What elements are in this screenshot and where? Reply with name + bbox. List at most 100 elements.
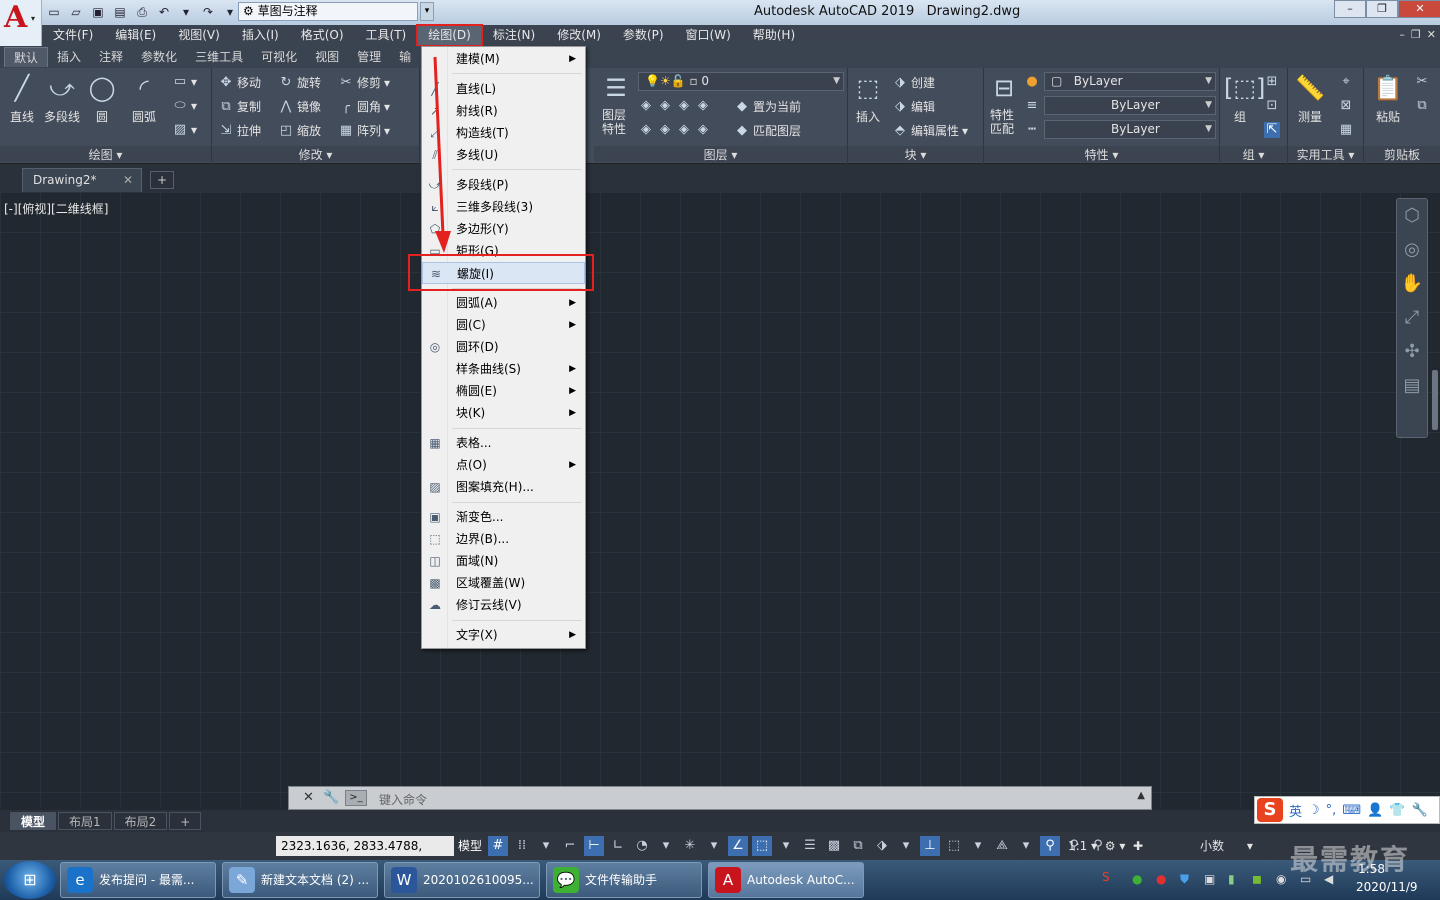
chevron-down-icon[interactable]: ▾ [776, 836, 796, 856]
command-input[interactable]: 键入命令 [379, 791, 427, 808]
menu-help[interactable]: 帮助(H) [742, 25, 806, 46]
menu-item-gradient[interactable]: ▣ 渐变色... [422, 506, 585, 528]
redo-icon[interactable]: ↷ [198, 3, 218, 21]
plus-icon[interactable]: ✚ [1133, 839, 1143, 853]
measure-button[interactable]: 测量 [1298, 108, 1322, 125]
menu-item-donut[interactable]: ◎ 圆环(D) [422, 336, 585, 358]
showmotion-icon[interactable]: ▤ [1397, 369, 1427, 403]
linetype-select[interactable]: ByLayer ▼ [1044, 96, 1216, 115]
make-current-button[interactable]: ◆ 置为当前 [734, 98, 801, 115]
network-icon[interactable]: ▣ [1204, 872, 1215, 886]
hatch-tool[interactable]: ▨ ▾ [172, 122, 197, 138]
stretch-button[interactable]: ⇲ 拉伸 [218, 122, 261, 139]
dynamic-ucs-icon[interactable]: ⊥ [920, 836, 940, 856]
edit-block-button[interactable]: ⬗ 编辑 [892, 98, 935, 115]
circle-button[interactable]: 圆 [96, 108, 108, 125]
doc-close-icon[interactable]: ✕ [1427, 28, 1436, 41]
menu-item-revision-cloud[interactable]: ☁ 修订云线(V) [422, 594, 585, 616]
coordinates-readout[interactable]: 2323.1636, 2833.4788, 0.0000 [276, 836, 454, 873]
menu-parametric[interactable]: 参数(P) [612, 25, 675, 46]
group-edit-icon[interactable]: ⊡ [1264, 98, 1280, 114]
layer-select[interactable]: 💡☀🔓 ▫ 0 ▼ [638, 72, 844, 91]
arc-button[interactable]: 圆弧 [132, 108, 156, 125]
menu-dimension[interactable]: 标注(N) [482, 25, 546, 46]
object-snap-tracking-icon[interactable]: ∠ [728, 836, 748, 856]
copy-button[interactable]: ⧉ 复制 [218, 98, 261, 115]
print-icon[interactable]: ⎙ [132, 3, 152, 21]
layer-properties-button[interactable]: 图层 特性 [602, 108, 626, 136]
workspace-dropdown-button[interactable]: ▾ [420, 2, 434, 21]
group-select-icon[interactable]: ⇱ [1264, 122, 1280, 138]
menu-item-text[interactable]: 文字(X) ▶ [422, 624, 585, 646]
mirror-button[interactable]: ⋀ 镜像 [278, 98, 321, 115]
taskbar-item-word[interactable]: W 2020102610095... [384, 862, 540, 898]
lineweight-icon[interactable]: ☰ [800, 836, 820, 856]
new-tab-button[interactable]: + [150, 171, 174, 189]
command-prompt-icon[interactable]: >_ [345, 790, 367, 806]
qq-icon[interactable]: ◉ [1276, 872, 1286, 886]
properties-panel-title[interactable]: 特性 ▾ [984, 146, 1219, 162]
taskbar-item-ie[interactable]: e 发布提问 - 最需... [60, 862, 216, 898]
create-block-button[interactable]: ⬗ 创建 [892, 74, 935, 91]
add-layout-button[interactable]: + [169, 812, 202, 830]
measure-icon[interactable]: 📏 [1294, 72, 1326, 104]
tab-model[interactable]: 模型 [10, 812, 57, 830]
polar-icon[interactable]: ◔ [632, 836, 652, 856]
menu-item-point[interactable]: 点(O) ▶ [422, 454, 585, 476]
lineweight-icon[interactable]: ┅ [1024, 122, 1040, 138]
orbit-icon[interactable]: ✣ [1397, 335, 1427, 369]
taskbar-item-autocad[interactable]: A Autodesk AutoC... [708, 862, 864, 898]
tab-parametric[interactable]: 参数化 [132, 47, 186, 67]
punctuation-icon[interactable]: °, [1326, 803, 1337, 818]
line-icon[interactable]: ╱ [6, 72, 38, 104]
dynamic-input-icon[interactable]: ⊢ [584, 836, 604, 856]
menu-item-wipeout[interactable]: ▩ 区域覆盖(W) [422, 572, 585, 594]
workspace-select[interactable]: ⚙ 草图与注释 [238, 2, 418, 21]
utilities-panel-title[interactable]: 实用工具 ▾ [1288, 146, 1363, 162]
close-button[interactable]: ✕ [1398, 0, 1440, 18]
drawing-canvas[interactable] [0, 192, 1440, 807]
menu-modify[interactable]: 修改(M) [546, 25, 612, 46]
copy-clip-icon[interactable]: ⧉ [1414, 98, 1430, 114]
snap-icon[interactable]: ⁞⁞ [512, 836, 532, 856]
ime-language-toggle[interactable]: 英 [1289, 801, 1302, 820]
tab-view[interactable]: 视图 [306, 47, 348, 67]
scale-button[interactable]: ◰ 缩放 [278, 122, 321, 139]
moon-icon[interactable]: ☽ [1308, 803, 1320, 818]
menu-file[interactable]: 文件(F) [42, 25, 104, 46]
polyline-icon[interactable]: ⤻ [46, 72, 78, 104]
line-button[interactable]: 直线 [10, 108, 34, 125]
menu-item-region[interactable]: ◫ 面域(N) [422, 550, 585, 572]
array-button[interactable]: ▦ 阵列 ▾ [338, 122, 390, 139]
weibo-tray-icon[interactable]: ● [1156, 872, 1166, 886]
menu-tools[interactable]: 工具(T) [355, 25, 418, 46]
lineweight-select[interactable]: ByLayer ▼ [1044, 120, 1216, 139]
circle-icon[interactable]: ◯ [86, 72, 118, 104]
layer-properties-icon[interactable]: ☰ [600, 72, 632, 104]
paste-icon[interactable]: 📋 [1372, 72, 1404, 104]
menu-item-spline[interactable]: 样条曲线(S) ▶ [422, 358, 585, 380]
menu-item-hatch[interactable]: ▨ 图案填充(H)... [422, 476, 585, 498]
wrench-icon[interactable]: 🔧 [1411, 803, 1427, 818]
chevron-down-icon[interactable]: ▾ [704, 836, 724, 856]
maximize-button[interactable]: ❐ [1366, 0, 1398, 18]
draw-panel-title[interactable]: 绘图 ▾ [0, 146, 211, 162]
gear-icon[interactable]: ⚙ [1105, 839, 1116, 853]
tab-layout2[interactable]: 布局2 [113, 812, 168, 830]
calculator-icon[interactable]: ▦ [1338, 122, 1354, 138]
tab-layout1[interactable]: 布局1 [58, 812, 112, 830]
clipboard-panel-title[interactable]: 剪贴板 [1364, 146, 1440, 162]
block-panel-title[interactable]: 块 ▾ [848, 146, 983, 162]
undo-icon[interactable]: ↶ [154, 3, 174, 21]
group-button[interactable]: 组 [1234, 108, 1246, 125]
insert-block-icon[interactable]: ⬚ [852, 72, 884, 104]
sogou-tray-icon[interactable]: S [1102, 870, 1110, 884]
groups-panel-title[interactable]: 组 ▾ [1220, 146, 1287, 162]
wrench-icon[interactable]: 🔧 [323, 790, 339, 805]
fillet-button[interactable]: ╭ 圆角 ▾ [338, 98, 390, 115]
infer-constraints-icon[interactable]: ⌐ [560, 836, 580, 856]
shirt-icon[interactable]: 👕 [1389, 803, 1405, 818]
annotation-scale-select[interactable]: 1:1 ▾ ⚙ ▾ ✚ [1068, 836, 1143, 856]
menu-item-block[interactable]: 块(K) ▶ [422, 402, 585, 424]
taskbar-item-wechat[interactable]: 💬 文件传输助手 [546, 862, 702, 898]
